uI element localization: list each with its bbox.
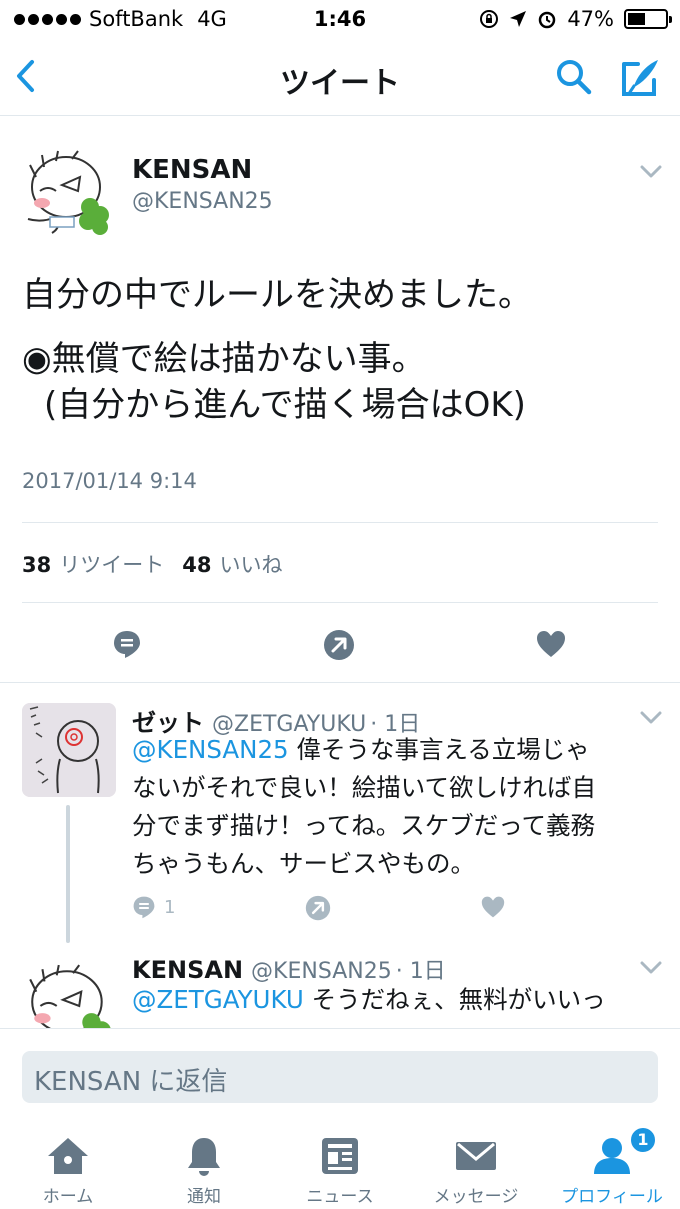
reply-text-line: 偉そうな事言える立場じゃ [288,735,590,764]
avatar[interactable] [22,961,116,1028]
tab-label: プロフィール [561,1187,663,1207]
thread-line [66,805,70,943]
tab-messages[interactable]: メッセージ [408,1118,544,1209]
tab-news[interactable]: ニュース [272,1118,408,1209]
tab-label: 通知 [187,1187,221,1207]
navigation-bar: ツイート [0,38,680,116]
profile-icon [594,1138,630,1174]
like-label[interactable]: いいね [219,549,282,579]
mention-link[interactable]: @ZETGAYUKU [132,985,304,1014]
retweet-count[interactable]: 38 [22,553,51,577]
retweet-label[interactable]: リツイート [59,549,164,579]
reply-input[interactable]: KENSAN に返信 [22,1051,658,1103]
tweet-stats: 38 リツイート 48 いいね [22,549,300,579]
tweet-actions [0,623,680,667]
tweet-timestamp: 2017/01/14 9:14 [22,469,197,493]
battery-icon [624,9,672,29]
reply-composer: KENSAN に返信 [0,1028,680,1118]
reply-text: @KENSAN25 偉そうな事言える立場じゃ ないがそれで良い！絵描いて欲しけれ… [132,731,652,883]
tweet-text-line: 自分の中でルールを決めました。 [22,275,532,315]
divider [22,522,658,523]
avatar[interactable] [22,703,116,797]
reply-author-name[interactable]: KENSAN [132,956,243,984]
home-icon [48,1138,88,1174]
like-count[interactable]: 48 [182,553,211,577]
reply-text-line: そうだねぇ、無料がいいっ [303,985,606,1014]
chevron-down-icon[interactable] [640,165,662,179]
avatar[interactable] [22,147,114,239]
tab-label: ニュース [306,1187,374,1207]
author-name[interactable]: KENSAN [132,155,252,185]
divider [22,602,658,603]
tweet-text-line: (自分から進んで描く場合はOK) [44,385,526,425]
tab-home[interactable]: ホーム [0,1118,136,1209]
alarm-icon [539,11,556,29]
share-icon[interactable] [323,629,355,661]
envelope-icon [456,1142,496,1170]
status-bar: SoftBank 4G 1:46 47% [0,0,680,38]
reply-text: @ZETGAYUKU そうだねぇ、無料がいいっ [132,981,652,1019]
rotation-lock-icon [480,10,499,28]
tab-label: メッセージ [433,1187,519,1207]
battery-percent: 47% [567,7,614,31]
reply-icon[interactable] [132,895,156,919]
reply-count: 1 [164,896,176,918]
compose-icon[interactable] [620,56,662,98]
reply-text-line: 分でまず描け！ってね。スケブだって義務 [132,811,596,840]
author-handle[interactable]: @KENSAN25 [132,189,273,214]
status-right: 47% [479,7,672,31]
tab-profile[interactable]: 1 プロフィール [544,1118,680,1209]
news-icon [322,1138,358,1174]
divider [0,682,680,683]
reply-tweet[interactable]: KENSAN @KENSAN25 · 1日 @ZETGAYUKU そうだねぇ、無料が… [0,943,680,1028]
heart-icon[interactable] [535,629,567,659]
heart-icon[interactable] [480,895,506,919]
reply-text-line: ちゃうもん、サービスやもの。 [132,849,475,878]
share-icon[interactable] [305,895,331,921]
reply-icon[interactable] [112,629,142,659]
reply-action[interactable]: 1 [132,895,175,919]
search-icon[interactable] [555,58,593,96]
notification-badge: 1 [629,1126,657,1154]
chevron-down-icon[interactable] [640,961,662,975]
tweet-text: 自分の中でルールを決めました。 ◉無償で絵は描かない事。 (自分から進んで描く場… [22,272,662,446]
mention-link[interactable]: @KENSAN25 [132,735,289,764]
tab-bar: ホーム 通知 ニュース メッセージ 1 プロフィール [0,1118,680,1209]
tab-notifications[interactable]: 通知 [136,1118,272,1209]
chevron-down-icon[interactable] [640,711,662,725]
bell-icon [188,1138,220,1176]
tab-label: ホーム [42,1187,94,1207]
tweet-text-line: ◉無償で絵は描かない事。 [22,339,426,379]
reply-text-line: ないがそれで良い！絵描いて欲しければ自 [132,773,597,802]
location-icon [510,11,527,27]
